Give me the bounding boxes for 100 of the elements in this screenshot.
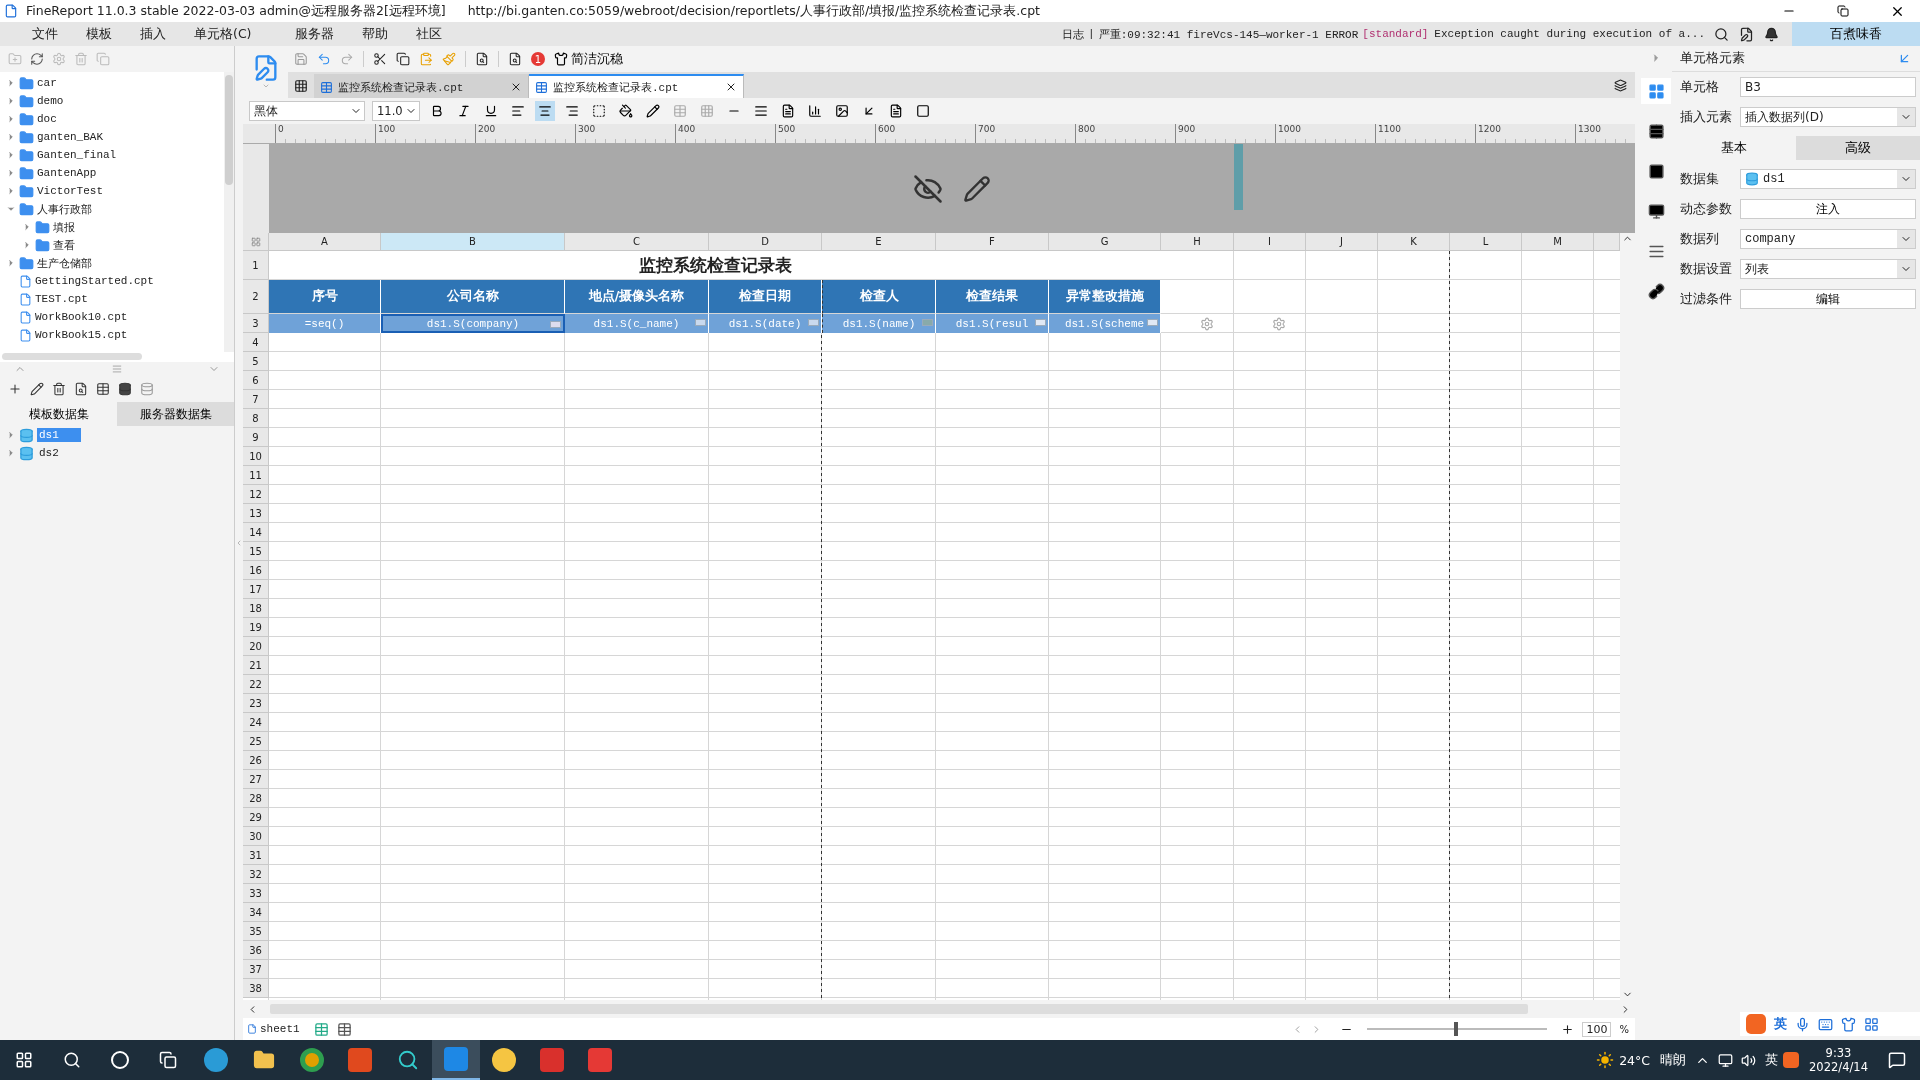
dropdown-field[interactable]: 列表: [1740, 259, 1916, 279]
column-header[interactable]: I: [1234, 233, 1306, 251]
zoom-slider[interactable]: [1453, 1022, 1458, 1036]
taskbar-app-button[interactable]: [432, 1040, 480, 1080]
network-icon[interactable]: [1718, 1052, 1734, 1068]
delete-icon[interactable]: [52, 382, 66, 396]
row-header[interactable]: 31: [243, 846, 269, 865]
row-header[interactable]: 28: [243, 789, 269, 808]
row-header[interactable]: 23: [243, 694, 269, 713]
zoom-value[interactable]: 100: [1582, 1021, 1612, 1037]
row-header[interactable]: 30: [243, 827, 269, 846]
bell-icon[interactable]: [1764, 26, 1779, 42]
row-header[interactable]: 11: [243, 466, 269, 485]
column-header[interactable]: J: [1306, 233, 1378, 251]
row-header[interactable]: 22: [243, 675, 269, 694]
row-header[interactable]: 25: [243, 732, 269, 751]
folder-label[interactable]: Ganten_final: [37, 149, 117, 161]
tab-list-icon[interactable]: [1614, 79, 1627, 92]
header-cell[interactable]: 地点/摄像头名称: [565, 280, 709, 314]
menu-item[interactable]: 社区: [402, 25, 457, 43]
row-header[interactable]: 26: [243, 751, 269, 770]
grid-icon[interactable]: [1864, 1016, 1879, 1032]
keyboard-icon[interactable]: [1818, 1016, 1833, 1032]
row-header[interactable]: 7: [243, 390, 269, 409]
header-cell[interactable]: 序号: [269, 280, 381, 314]
column-header[interactable]: B: [381, 233, 565, 251]
sheet-tab[interactable]: sheet1: [247, 1023, 306, 1035]
theme-button[interactable]: 简洁沉稳: [554, 50, 623, 68]
close-icon[interactable]: [725, 81, 737, 93]
search-icon[interactable]: [1714, 26, 1729, 42]
column-header[interactable]: E: [822, 233, 936, 251]
row-header[interactable]: 24: [243, 713, 269, 732]
row-header[interactable]: 12: [243, 485, 269, 504]
menu-item[interactable]: 服务器: [265, 25, 349, 43]
scrollbar-thumb[interactable]: [225, 75, 233, 185]
column-header[interactable]: C: [565, 233, 709, 251]
file-label[interactable]: WorkBook10.cpt: [35, 311, 128, 323]
expand-arrow-icon[interactable]: [6, 132, 16, 142]
expand-arrow-icon[interactable]: [6, 78, 16, 88]
volume-icon[interactable]: [1741, 1052, 1757, 1068]
row-header[interactable]: 1: [243, 251, 269, 280]
menu-item[interactable]: 帮助: [348, 25, 403, 43]
header-cell[interactable]: 检查结果: [936, 280, 1049, 314]
notification-icon[interactable]: [1888, 1051, 1906, 1069]
folder-label[interactable]: VictorTest: [37, 185, 103, 197]
folder-label[interactable]: 生产仓储部: [37, 255, 92, 271]
row-header[interactable]: 9: [243, 428, 269, 447]
expand-arrow-icon[interactable]: [6, 114, 16, 124]
weather-label[interactable]: 晴朗: [1660, 1051, 1687, 1069]
header-cell[interactable]: 检查日期: [709, 280, 822, 314]
dropdown-field[interactable]: 插入数据列(D): [1740, 107, 1916, 127]
column-header[interactable]: H: [1161, 233, 1234, 251]
folder-label[interactable]: demo: [37, 95, 64, 107]
folder-label[interactable]: car: [37, 77, 57, 89]
cell-element-button[interactable]: [1641, 78, 1671, 104]
column-header[interactable]: D: [709, 233, 822, 251]
scrollbar-thumb[interactable]: [2, 353, 142, 360]
row-header[interactable]: 20: [243, 637, 269, 656]
refresh-icon[interactable]: [30, 52, 44, 66]
log-message[interactable]: 严重:09:32:41 fireVcs-145—worker-1 ERROR: [1098, 26, 1359, 42]
edit-icon[interactable]: [30, 382, 44, 396]
spreadsheet-grid[interactable]: [243, 233, 1620, 1000]
ime-toolbar[interactable]: 英: [1740, 1012, 1920, 1036]
folder-label[interactable]: doc: [37, 113, 57, 125]
notification-badge[interactable]: 1: [531, 52, 545, 66]
shirt-icon[interactable]: [1841, 1016, 1856, 1032]
row-header[interactable]: 16: [243, 561, 269, 580]
clock-date[interactable]: 2022/4/14: [1809, 1060, 1868, 1074]
expand-arrow-icon[interactable]: [22, 240, 32, 250]
drag-handle-icon[interactable]: [112, 364, 122, 374]
hidden-eye-icon[interactable]: [913, 173, 943, 204]
input-language[interactable]: 英: [1765, 1051, 1779, 1069]
row-header[interactable]: 38: [243, 979, 269, 998]
temperature-label[interactable]: 24°C: [1619, 1052, 1651, 1068]
preview-icon[interactable]: [475, 52, 489, 66]
folder-label[interactable]: 填报: [53, 219, 75, 235]
menu-item[interactable]: 文件: [18, 25, 72, 43]
expand-arrow-icon[interactable]: [6, 168, 16, 178]
add-sheet-icon[interactable]: [336, 1021, 352, 1037]
dropdown-field[interactable]: company: [1740, 229, 1916, 249]
preview-icon[interactable]: [74, 382, 88, 396]
user-button[interactable]: 百煮味香: [1792, 22, 1920, 46]
column-header[interactable]: G: [1049, 233, 1161, 251]
document-tab[interactable]: 监控系统检查记录表.cpt: [529, 74, 744, 98]
microphone-icon[interactable]: [1795, 1016, 1810, 1032]
header-cell[interactable]: 检查人: [822, 280, 936, 314]
row-header[interactable]: 37: [243, 960, 269, 979]
column-header[interactable]: A: [269, 233, 381, 251]
grid-icon[interactable]: [294, 79, 308, 93]
close-icon[interactable]: [510, 81, 522, 93]
cut-icon[interactable]: [373, 52, 387, 66]
zoom-in-icon[interactable]: [1561, 1022, 1575, 1036]
header-cell[interactable]: 公司名称: [381, 280, 565, 314]
header-cell[interactable]: 异常整改措施: [1049, 280, 1161, 314]
pencil-icon[interactable]: [963, 174, 991, 203]
ime-tray-icon[interactable]: [1783, 1052, 1800, 1068]
column-header[interactable]: K: [1378, 233, 1450, 251]
row-header[interactable]: 21: [243, 656, 269, 675]
file-label[interactable]: TEST.cpt: [35, 293, 88, 305]
row-header[interactable]: 17: [243, 580, 269, 599]
